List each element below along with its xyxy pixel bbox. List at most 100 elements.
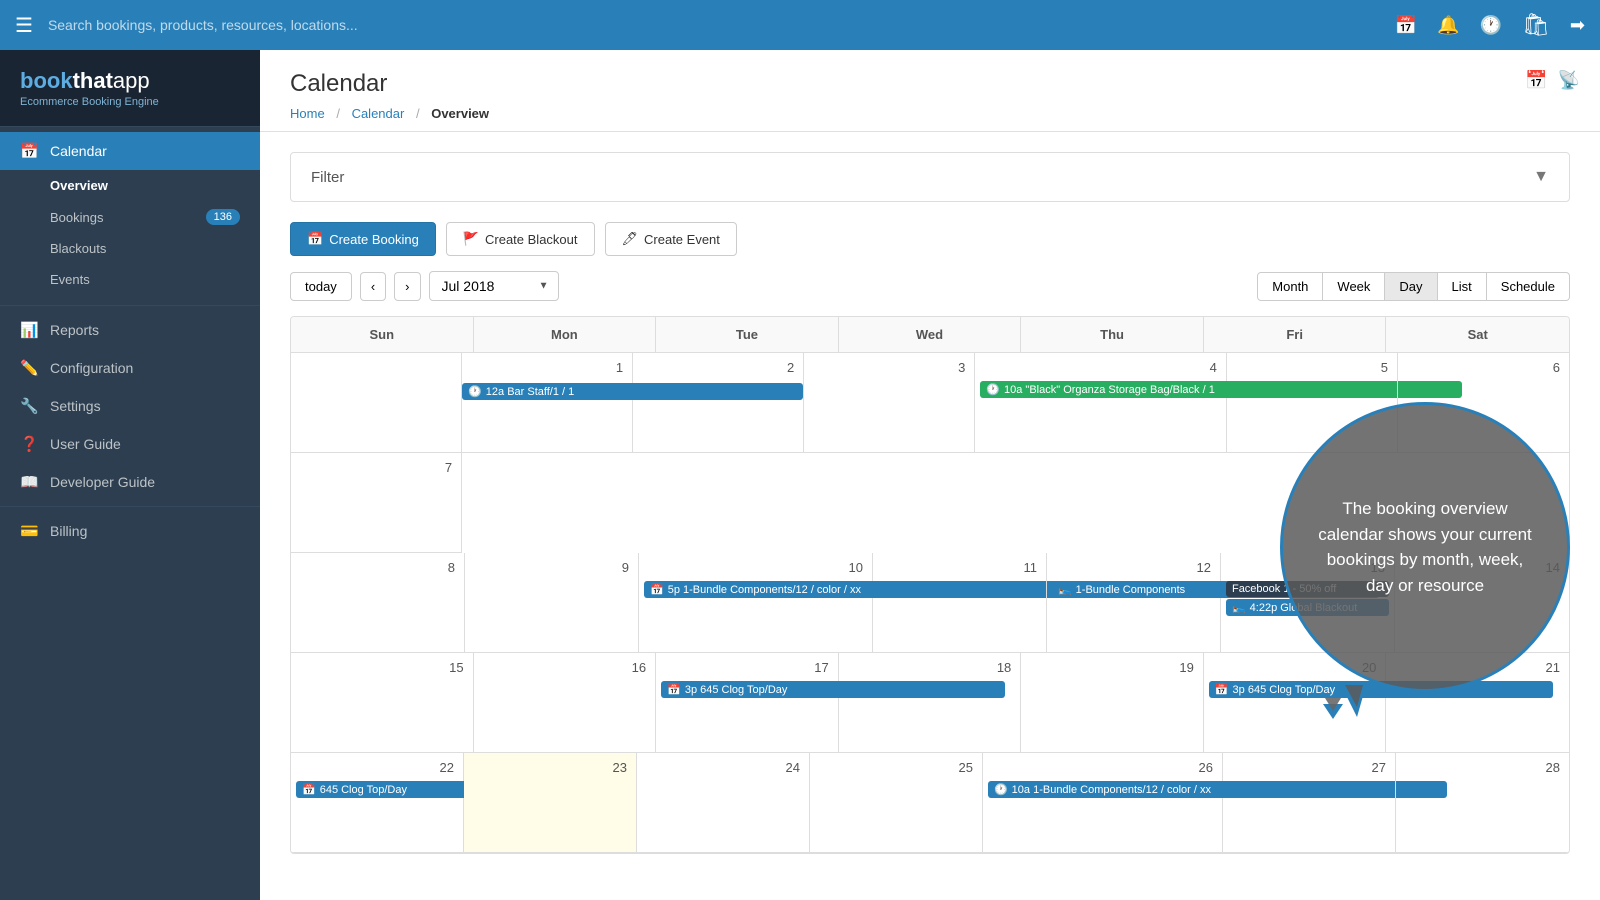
- sidebar-divider-2: [0, 506, 260, 507]
- sidebar-item-reports[interactable]: 📊 Reports: [0, 311, 260, 349]
- sidebar-item-blackouts[interactable]: Blackouts: [0, 233, 260, 264]
- sidebar-divider-1: [0, 305, 260, 306]
- schedule-view-button[interactable]: Schedule: [1487, 272, 1570, 301]
- reports-label: Reports: [50, 322, 99, 338]
- sidebar-item-calendar[interactable]: 📅 Calendar: [0, 132, 260, 170]
- calendar-header: Sun Mon Tue Wed Thu Fri Sat: [291, 317, 1569, 353]
- create-event-icon: 🖊: [622, 231, 639, 247]
- filter-chevron-icon[interactable]: ▼: [1533, 168, 1549, 186]
- calendar-header-icon[interactable]: 📅: [1525, 70, 1547, 91]
- month-view-button[interactable]: Month: [1257, 272, 1323, 301]
- cal-cell-jul23: 23: [464, 753, 637, 853]
- day-sun: Sun: [291, 317, 474, 352]
- reports-icon: 📊: [20, 321, 40, 339]
- event-bar-staff[interactable]: 🕐 12a Bar Staff/1 / 1: [462, 383, 803, 400]
- create-blackout-label: Create Blackout: [485, 232, 578, 247]
- top-navigation: ☰ 📅 🔔 🕐 🛍 ➡: [0, 0, 1600, 50]
- sidebar-item-developer-guide[interactable]: 📖 Developer Guide: [0, 463, 260, 501]
- events-label: Events: [50, 272, 90, 287]
- bookings-label: Bookings: [50, 210, 103, 225]
- configuration-icon: ✏️: [20, 359, 40, 377]
- clock-icon[interactable]: 🕐: [1480, 15, 1502, 36]
- bubble-tail-inner: [1345, 685, 1363, 707]
- event-icon: 🕐: [994, 783, 1008, 796]
- create-booking-icon: 📅: [307, 231, 323, 247]
- content-area: Filter ▼ 📅 Create Booking 🚩 Create Black…: [260, 132, 1600, 874]
- cal-cell-jul4: 4 🕐 10a "Black" Organza Storage Bag/Blac…: [975, 353, 1227, 453]
- event-label: 12a Bar Staff/1 / 1: [486, 386, 574, 398]
- sidebar-item-bookings[interactable]: Bookings 136: [0, 201, 260, 233]
- search-input[interactable]: [48, 17, 548, 33]
- cal-cell-jul26: 26 🕐 10a 1-Bundle Components/12 / color …: [983, 753, 1223, 853]
- billing-label: Billing: [50, 523, 87, 539]
- week-view-button[interactable]: Week: [1323, 272, 1385, 301]
- event-icon: 📅: [302, 783, 316, 796]
- calendar-nav-icon[interactable]: 📅: [1395, 15, 1417, 36]
- cal-cell-jul19: 19: [1021, 653, 1204, 753]
- bell-icon[interactable]: 🔔: [1437, 15, 1459, 36]
- overview-label: Overview: [50, 178, 108, 193]
- event-icon: 🕐: [468, 385, 482, 398]
- tooltip-text: The booking overview calendar shows your…: [1313, 496, 1537, 598]
- sidebar-logo: bookthatapp Ecommerce Booking Engine: [0, 50, 260, 127]
- event-icon: 📅: [650, 583, 664, 596]
- sidebar-item-overview[interactable]: Overview: [0, 170, 260, 201]
- billing-icon: 💳: [20, 522, 40, 540]
- cal-cell-jul12: 12 🛌 1-Bundle Components: [1047, 553, 1221, 653]
- create-blackout-button[interactable]: 🚩 Create Blackout: [446, 222, 595, 256]
- cal-cell-jul8: 8: [291, 553, 465, 653]
- developer-guide-icon: 📖: [20, 473, 40, 491]
- sidebar-item-user-guide[interactable]: ❓ User Guide: [0, 425, 260, 463]
- create-booking-button[interactable]: 📅 Create Booking: [290, 222, 436, 256]
- breadcrumb: Home / Calendar / Overview: [290, 106, 1570, 121]
- event-label: 1-Bundle Components: [1076, 584, 1185, 596]
- next-month-button[interactable]: ›: [394, 272, 420, 301]
- event-icon: 📅: [1215, 683, 1229, 696]
- brand-subtitle: Ecommerce Booking Engine: [20, 96, 240, 108]
- create-booking-label: Create Booking: [329, 232, 419, 247]
- cal-cell-jul10: 10 📅 5p 1-Bundle Components/12 / color /…: [639, 553, 873, 653]
- event-icon: 🛌: [1058, 583, 1072, 596]
- month-selector[interactable]: Jul 2018: [429, 271, 559, 301]
- sidebar-item-label: Calendar: [50, 143, 107, 159]
- cal-cell-jul2: 2: [633, 353, 804, 453]
- logout-icon[interactable]: ➡: [1570, 15, 1585, 36]
- filter-bar: Filter ▼: [290, 152, 1570, 202]
- calendar-icon: 📅: [20, 142, 40, 160]
- shopify-icon[interactable]: 🛍: [1522, 12, 1550, 38]
- sidebar-item-events[interactable]: Events: [0, 264, 260, 295]
- hamburger-icon[interactable]: ☰: [15, 13, 33, 38]
- week-row-4: 22 📅 645 Clog Top/Day 23 24 25 26: [291, 753, 1569, 853]
- cal-cell-jul7: 7: [291, 453, 462, 553]
- create-blackout-icon: 🚩: [463, 231, 479, 247]
- cal-cell-jul17: 17 📅 3p 645 Clog Top/Day: [656, 653, 839, 753]
- configuration-label: Configuration: [50, 360, 133, 376]
- cal-cell-jul28: 28: [1396, 753, 1569, 853]
- rss-icon[interactable]: 📡: [1558, 70, 1580, 91]
- list-view-button[interactable]: List: [1438, 272, 1487, 301]
- cal-cell-jul24: 24: [637, 753, 810, 853]
- today-button[interactable]: today: [290, 272, 352, 301]
- event-label: 3p 645 Clog Top/Day: [685, 684, 788, 696]
- sidebar-item-configuration[interactable]: ✏️ Configuration: [0, 349, 260, 387]
- sidebar-item-settings[interactable]: 🔧 Settings: [0, 387, 260, 425]
- sidebar-item-billing[interactable]: 💳 Billing: [0, 512, 260, 550]
- prev-month-button[interactable]: ‹: [360, 272, 386, 301]
- cal-cell-jul16: 16: [474, 653, 657, 753]
- cal-cell-jul18: 18: [839, 653, 1022, 753]
- cal-cell-jul22: 22 📅 645 Clog Top/Day: [291, 753, 464, 853]
- breadcrumb-home[interactable]: Home: [290, 106, 325, 121]
- day-view-button[interactable]: Day: [1385, 272, 1437, 301]
- cal-cell-jul1: 1 🕐 12a Bar Staff/1 / 1: [462, 353, 633, 453]
- event-label: 10a "Black" Organza Storage Bag/Black / …: [1004, 384, 1215, 396]
- day-fri: Fri: [1204, 317, 1387, 352]
- cal-cell-jul25: 25: [810, 753, 983, 853]
- view-buttons: Month Week Day List Schedule: [1257, 272, 1570, 301]
- toolbar: 📅 Create Booking 🚩 Create Blackout 🖊 Cre…: [290, 222, 1570, 256]
- event-label: 10a 1-Bundle Components/12 / color / xx: [1012, 784, 1211, 796]
- breadcrumb-calendar[interactable]: Calendar: [352, 106, 405, 121]
- create-event-button[interactable]: 🖊 Create Event: [605, 222, 737, 256]
- event-label: 645 Clog Top/Day: [320, 784, 407, 796]
- cal-cell-jul9: 9: [465, 553, 639, 653]
- month-selector-wrapper: Jul 2018: [429, 271, 559, 301]
